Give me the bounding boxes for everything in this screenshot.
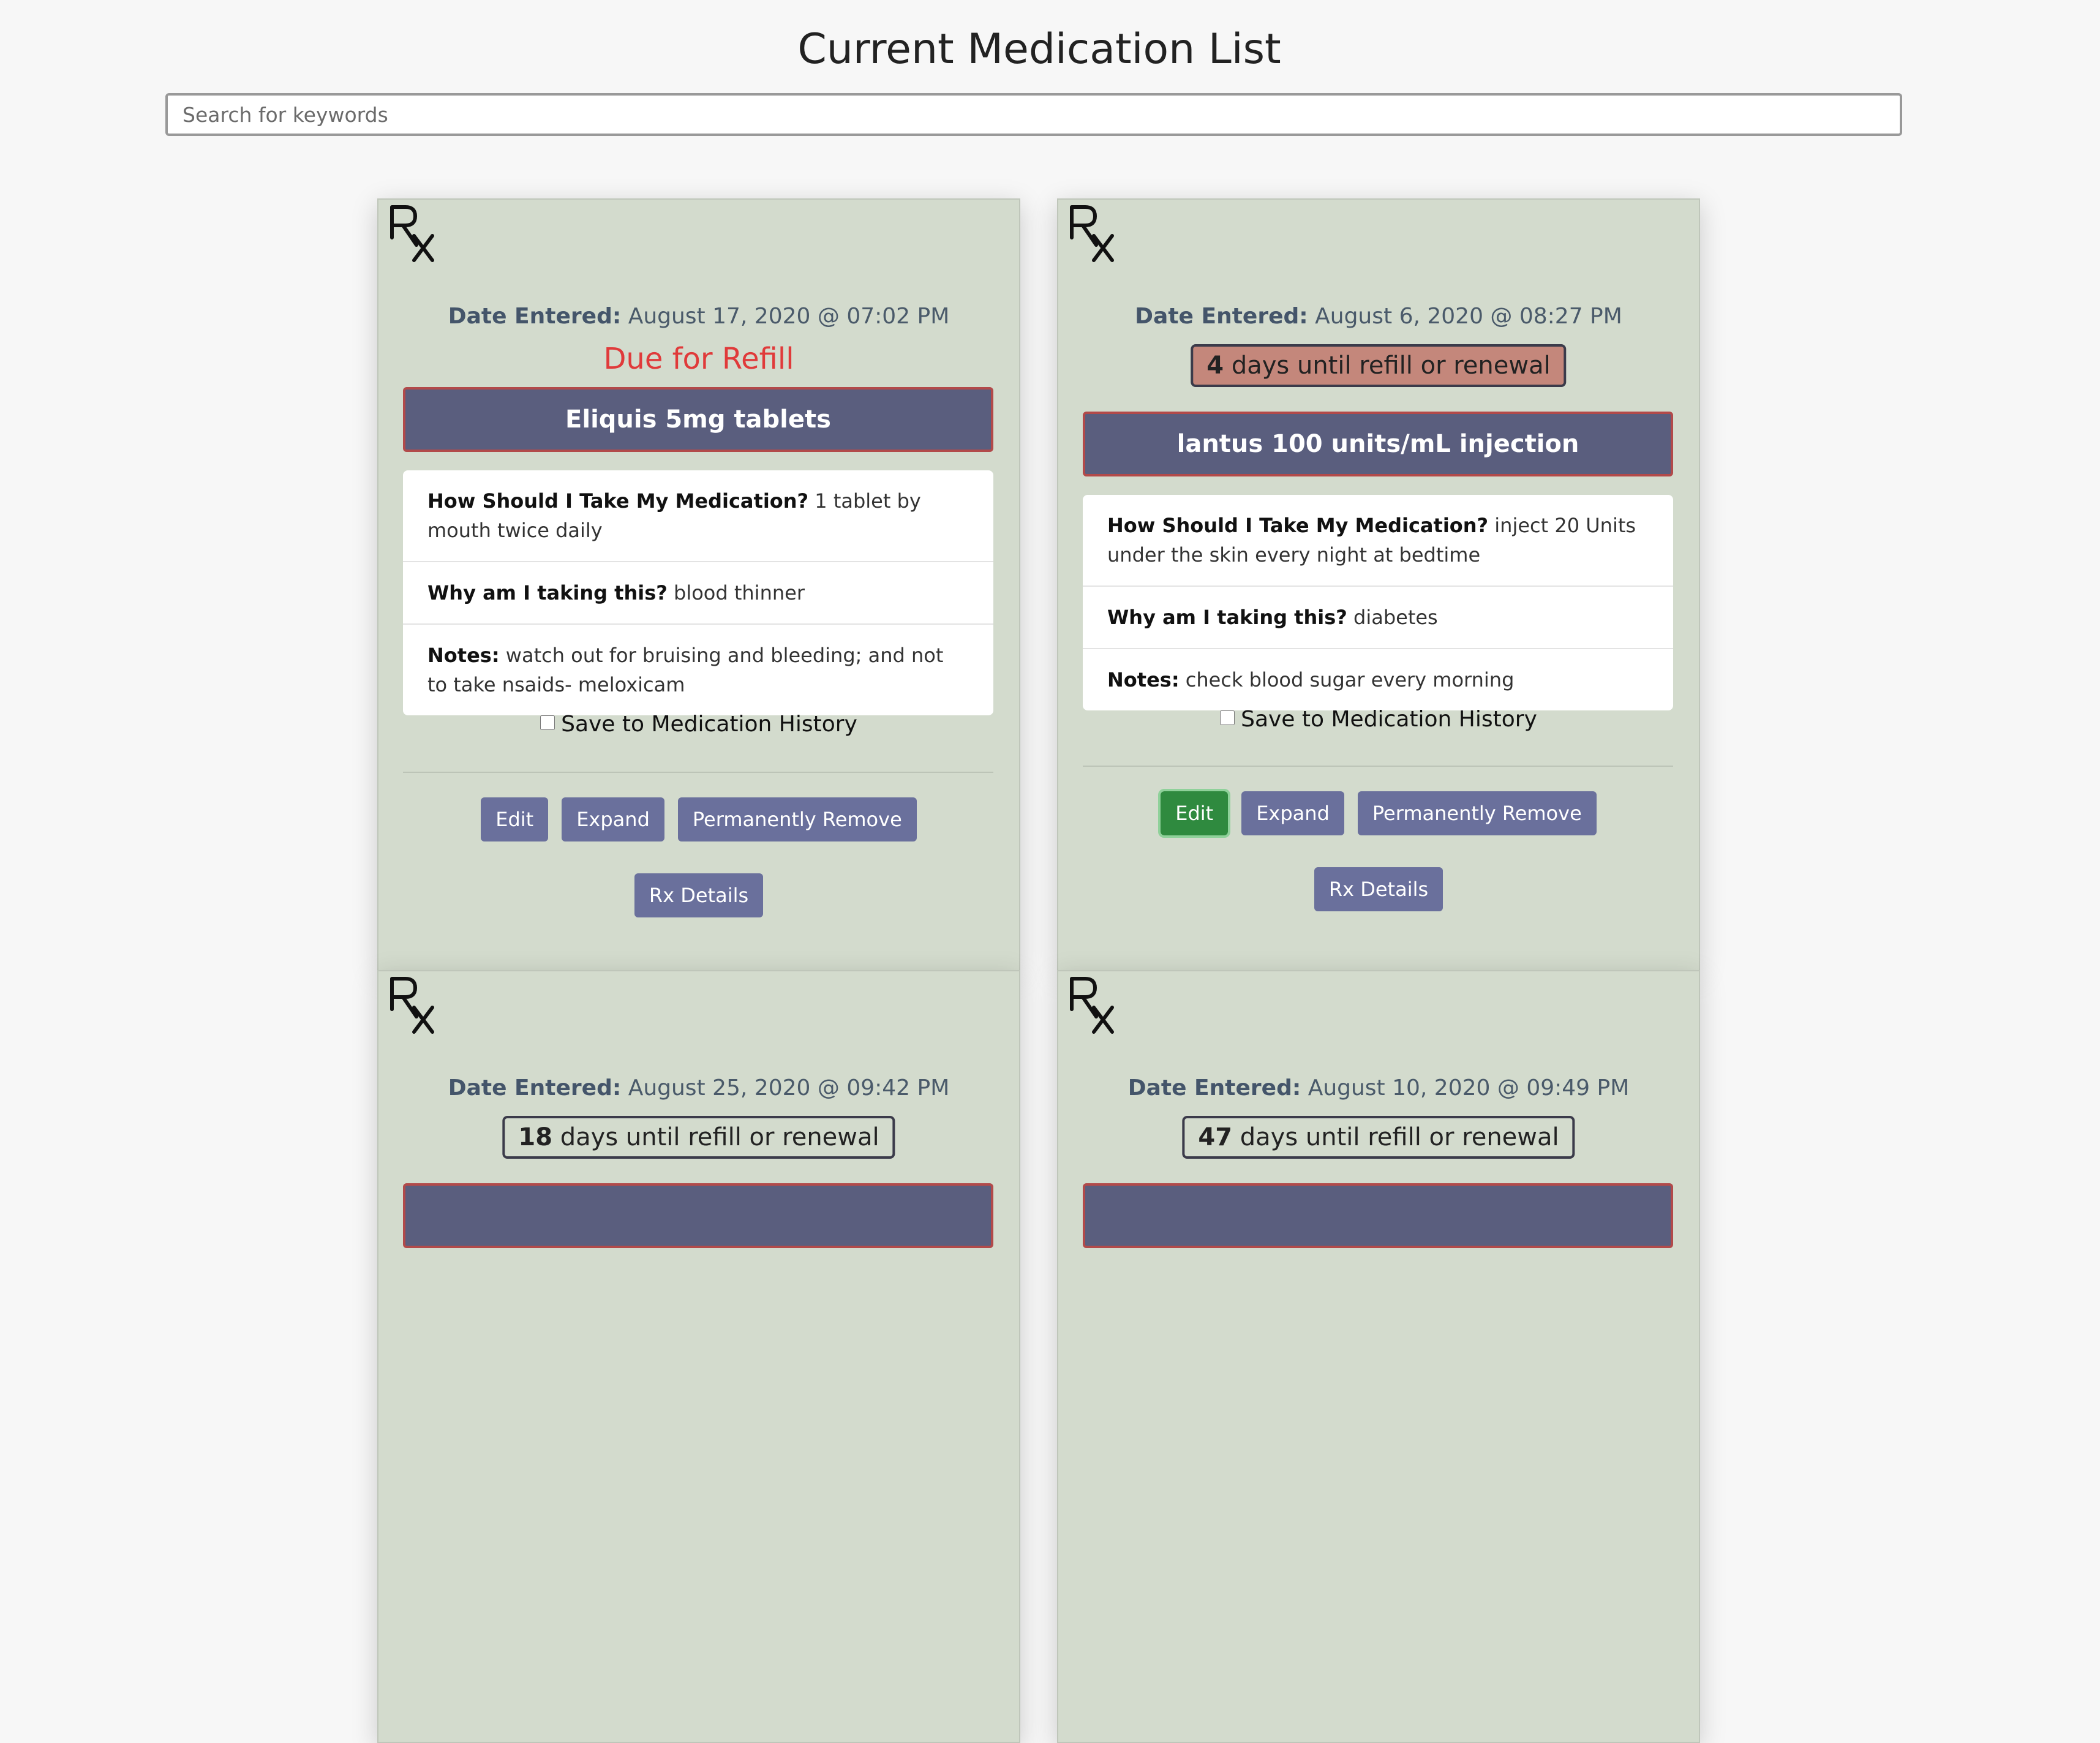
action-buttons: Edit Expand Permanently Remove <box>378 797 1019 841</box>
date-entered: Date Entered: August 25, 2020 @ 09:42 PM <box>378 1075 1019 1101</box>
how-to-take-label: How Should I Take My Medication? <box>1107 514 1489 537</box>
page-title: Current Medication List <box>797 25 1281 73</box>
details-buttons: Rx Details <box>378 873 1019 917</box>
how-to-take-label: How Should I Take My Medication? <box>427 489 809 513</box>
notes-value: check blood sugar every morning <box>1185 668 1515 691</box>
rx-icon <box>390 205 434 262</box>
medication-info-list: How Should I Take My Medication? 1 table… <box>403 470 993 715</box>
divider <box>403 772 993 773</box>
notes-value: watch out for bruising and bleeding; and… <box>427 644 944 696</box>
details-buttons: Rx Details <box>1058 867 1699 911</box>
medication-name: Eliquis 5mg tablets <box>403 387 993 452</box>
expand-button[interactable]: Expand <box>562 797 664 841</box>
refill-countdown-badge: 4 days until refill or renewal <box>1191 344 1567 387</box>
why-taking-value: blood thinner <box>674 581 805 604</box>
rx-details-button[interactable]: Rx Details <box>1314 867 1443 911</box>
notes-item: Notes: watch out for bruising and bleedi… <box>403 625 993 715</box>
search-input[interactable] <box>165 93 1902 136</box>
how-to-take-item: How Should I Take My Medication? inject … <box>1083 495 1673 587</box>
save-history-checkbox[interactable] <box>540 715 555 730</box>
refill-suffix: days until refill or renewal <box>1240 1123 1559 1151</box>
refill-suffix: days until refill or renewal <box>1231 352 1551 380</box>
date-entered: Date Entered: August 6, 2020 @ 08:27 PM <box>1058 304 1699 329</box>
refill-suffix: days until refill or renewal <box>560 1123 879 1151</box>
refill-days: 47 <box>1198 1123 1233 1151</box>
medication-card: Date Entered: August 17, 2020 @ 07:02 PM… <box>377 198 1020 971</box>
refill-days: 18 <box>518 1123 553 1151</box>
action-buttons: Edit Expand Permanently Remove <box>1058 789 1699 838</box>
date-entered-label: Date Entered: <box>1127 1075 1301 1101</box>
medication-card: Date Entered: August 25, 2020 @ 09:42 PM… <box>377 970 1020 1743</box>
rx-details-button[interactable]: Rx Details <box>634 873 764 917</box>
why-taking-label: Why am I taking this? <box>427 581 668 604</box>
refill-status: Due for Refill <box>603 342 794 376</box>
rx-icon <box>1070 977 1114 1034</box>
save-history-label: Save to Medication History <box>561 712 857 737</box>
rx-icon <box>390 977 434 1034</box>
refill-countdown-badge: 47 days until refill or renewal <box>1182 1116 1575 1159</box>
notes-label: Notes: <box>1107 668 1180 691</box>
refill-countdown-badge: 18 days until refill or renewal <box>502 1116 895 1159</box>
notes-item: Notes: check blood sugar every morning <box>1083 649 1673 710</box>
date-entered: Date Entered: August 10, 2020 @ 09:49 PM <box>1058 1075 1699 1101</box>
date-entered-label: Date Entered: <box>448 304 622 329</box>
remove-button[interactable]: Permanently Remove <box>1357 791 1597 835</box>
save-history-row: Save to Medication History <box>378 712 1019 737</box>
date-entered: Date Entered: August 17, 2020 @ 07:02 PM <box>378 304 1019 329</box>
divider <box>1083 766 1673 767</box>
expand-button[interactable]: Expand <box>1241 791 1344 835</box>
medication-card: Date Entered: August 6, 2020 @ 08:27 PM … <box>1057 198 1700 971</box>
medication-name <box>403 1183 993 1248</box>
medication-name <box>1083 1183 1673 1248</box>
edit-button[interactable]: Edit <box>1158 789 1231 838</box>
why-taking-item: Why am I taking this? blood thinner <box>403 562 993 625</box>
medication-card: Date Entered: August 10, 2020 @ 09:49 PM… <box>1057 970 1700 1743</box>
refill-days: 4 <box>1206 352 1224 380</box>
remove-button[interactable]: Permanently Remove <box>677 797 917 841</box>
date-entered-label: Date Entered: <box>1135 304 1308 329</box>
date-entered-value: August 25, 2020 @ 09:42 PM <box>628 1075 950 1101</box>
medication-name: lantus 100 units/mL injection <box>1083 412 1673 476</box>
save-history-checkbox[interactable] <box>1220 710 1235 725</box>
notes-label: Notes: <box>427 644 500 667</box>
save-history-label: Save to Medication History <box>1241 707 1537 732</box>
date-entered-label: Date Entered: <box>448 1075 622 1101</box>
date-entered-value: August 6, 2020 @ 08:27 PM <box>1315 304 1622 329</box>
why-taking-item: Why am I taking this? diabetes <box>1083 587 1673 649</box>
rx-icon <box>1070 205 1114 262</box>
date-entered-value: August 10, 2020 @ 09:49 PM <box>1308 1075 1630 1101</box>
why-taking-label: Why am I taking this? <box>1107 606 1347 629</box>
edit-button[interactable]: Edit <box>481 797 549 841</box>
why-taking-value: diabetes <box>1353 606 1438 629</box>
save-history-row: Save to Medication History <box>1058 707 1699 732</box>
date-entered-value: August 17, 2020 @ 07:02 PM <box>628 304 950 329</box>
how-to-take-item: How Should I Take My Medication? 1 table… <box>403 470 993 562</box>
medication-info-list: How Should I Take My Medication? inject … <box>1083 495 1673 710</box>
